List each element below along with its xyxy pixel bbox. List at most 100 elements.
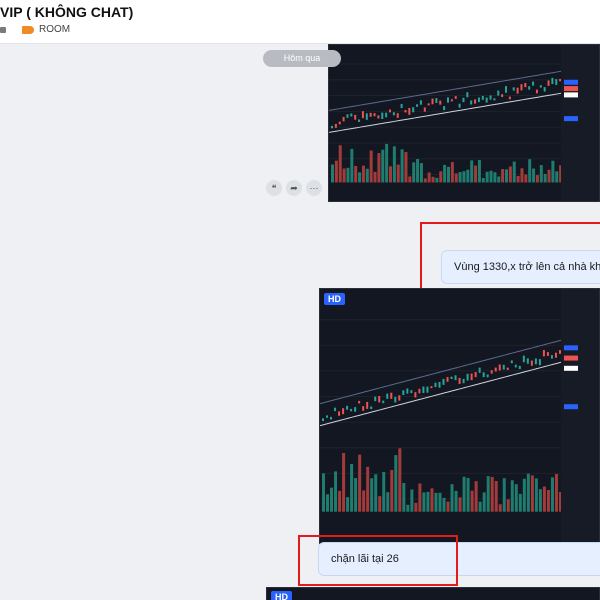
volume-bar: [354, 166, 358, 183]
room-label[interactable]: ROOM: [39, 24, 70, 35]
volume-bar: [381, 149, 385, 183]
volume-bar: [326, 494, 330, 512]
candle: [346, 114, 349, 118]
tag-icon: [22, 25, 34, 34]
candle: [490, 370, 493, 374]
candle: [443, 106, 446, 111]
candle: [398, 395, 401, 401]
candle: [354, 407, 357, 412]
chat-area[interactable]: Hôm qua ❝ ➦ ⋯ Vùng 1330,x trở lên cả nhà…: [0, 44, 600, 600]
price-axis: [561, 45, 599, 201]
candle: [542, 350, 545, 357]
volume-bar: [382, 472, 386, 512]
volume-bar: [458, 172, 462, 183]
volume-bar: [361, 165, 365, 183]
candle: [406, 388, 409, 394]
candle: [322, 418, 324, 422]
candle: [422, 386, 425, 394]
candle: [416, 104, 419, 107]
volume-bar: [510, 480, 514, 512]
volume-bar: [362, 490, 366, 512]
volume-bar: [430, 488, 434, 512]
volume-bar: [370, 478, 374, 512]
volume-bar: [434, 492, 438, 512]
candle: [358, 119, 361, 122]
forward-icon[interactable]: ➦: [286, 180, 302, 196]
volume-bar: [462, 171, 466, 183]
volume-bar: [447, 166, 450, 183]
volume-bar: [539, 165, 543, 183]
candle: [423, 107, 426, 112]
volume-bar: [520, 168, 524, 183]
chart-image-2[interactable]: HD: [319, 288, 600, 544]
volume-bar: [394, 455, 398, 512]
candle: [498, 364, 501, 371]
candle: [438, 382, 441, 388]
volume-bar: [426, 491, 430, 512]
volume-bar: [390, 469, 394, 512]
candle: [378, 396, 381, 403]
volume-bar: [350, 464, 354, 512]
volume-bar: [538, 489, 542, 512]
volume-bar: [422, 492, 426, 512]
volume-bar: [338, 145, 342, 183]
price-marker: [564, 92, 578, 98]
candle: [450, 376, 453, 379]
candle: [389, 109, 391, 113]
candle: [477, 97, 480, 103]
more-icon[interactable]: ⋯: [306, 180, 322, 196]
candle: [435, 98, 438, 103]
candle: [370, 406, 373, 410]
message-actions: ❝ ➦ ⋯: [266, 180, 322, 196]
volume-bar: [555, 171, 559, 183]
volume-bar: [414, 502, 418, 512]
price-axis: [561, 289, 599, 543]
volume-bar: [466, 169, 470, 183]
volume-bar: [490, 476, 494, 512]
volume-bar: [454, 490, 458, 512]
candle: [508, 96, 511, 100]
volume-bar: [443, 164, 447, 183]
candle: [539, 85, 542, 88]
volume-bar: [431, 176, 435, 183]
volume-bar: [454, 173, 458, 183]
volume-bar: [551, 160, 555, 183]
volume-bar: [458, 497, 462, 512]
volume-bar: [354, 478, 358, 512]
candle: [338, 121, 341, 125]
date-separator: Hôm qua: [263, 50, 341, 67]
candle: [524, 82, 527, 88]
candle: [474, 99, 477, 104]
candle: [350, 408, 353, 412]
candle: [392, 112, 395, 116]
volume-bar: [534, 478, 538, 512]
volume-bar: [554, 473, 558, 512]
candle: [481, 95, 484, 100]
quote-icon[interactable]: ❝: [266, 180, 282, 196]
candle: [408, 107, 411, 115]
volume-bar: [369, 150, 373, 183]
candle: [410, 390, 413, 394]
chart-image-1[interactable]: [328, 44, 600, 202]
candle: [358, 400, 361, 404]
candle: [559, 78, 562, 82]
hd-badge: HD: [271, 591, 292, 600]
volume-bar: [470, 490, 474, 512]
candle: [547, 80, 550, 86]
volume-bar: [419, 163, 423, 183]
volume-bar: [365, 168, 369, 183]
chart-image-3[interactable]: HD: [266, 587, 600, 600]
candle: [535, 89, 538, 94]
volume-bar: [427, 172, 431, 183]
volume-bar: [396, 164, 400, 183]
candle: [493, 98, 496, 101]
candle: [482, 372, 485, 378]
volume-bar: [446, 501, 450, 512]
volume-bar: [526, 473, 530, 512]
candle: [558, 350, 561, 354]
volume-bar: [442, 497, 446, 512]
volume-bar: [373, 171, 377, 183]
volume-bar: [547, 169, 551, 183]
candle: [419, 100, 422, 105]
candle: [404, 110, 407, 113]
